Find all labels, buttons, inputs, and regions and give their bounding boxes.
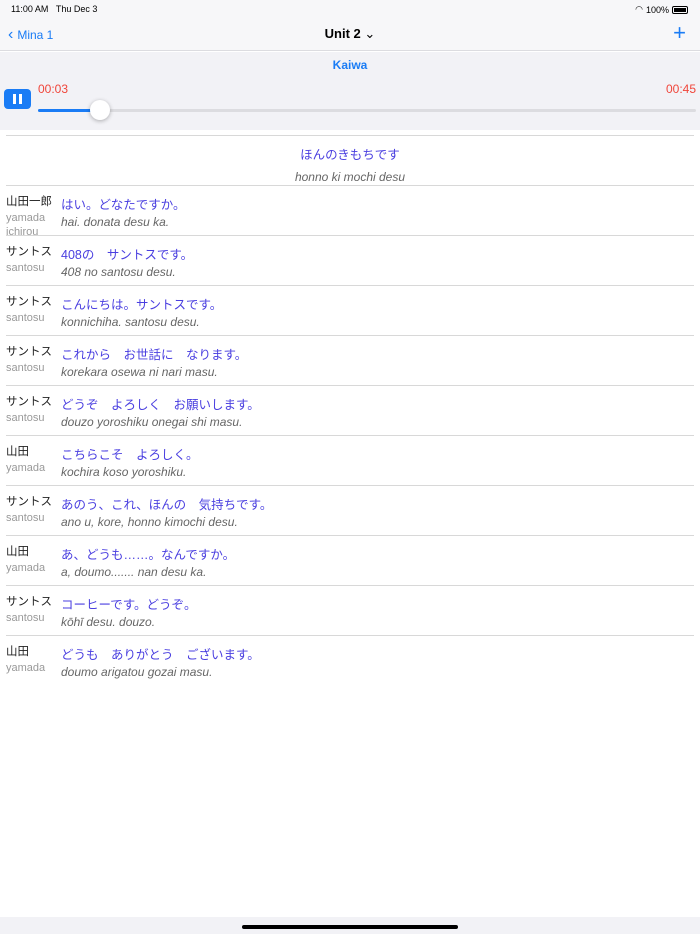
title-japanese: ほんのきもちです: [300, 148, 400, 162]
speaker: サントス santosu: [6, 243, 58, 275]
line-romaji: doumo arigatou gozai masu.: [61, 665, 213, 679]
speaker-romaji: santosu: [6, 362, 45, 374]
line-japanese: あ、どうも……。なんですか。: [61, 548, 236, 562]
dialogue-title: ほんのきもちです honno ki mochi desu: [6, 136, 694, 186]
line-japanese: こんにちは。サントスです。: [61, 298, 223, 312]
speaker-romaji: yamada: [6, 662, 46, 674]
dialogue-row[interactable]: サントス santosu どうぞ よろしく お願いします。 douzo yoros…: [6, 386, 694, 436]
dialogue-row[interactable]: サントス santosu 408の サントスです。 408 no santosu …: [6, 236, 694, 286]
speaker-name: サントス: [6, 396, 52, 408]
pause-icon: [13, 94, 16, 104]
dialogue-list: ほんのきもちです honno ki mochi desu 山田一郎 yamada …: [6, 135, 694, 686]
dialogue-row[interactable]: 山田 yamada どうも ありがとう ございます。 doumo arigatou…: [6, 636, 694, 686]
speaker: 山田 yamada: [6, 443, 58, 475]
speaker-romaji: yamada ichirou: [6, 212, 46, 238]
battery-percent: 100%: [645, 4, 669, 15]
line-romaji: a, doumo....... nan desu ka.: [61, 565, 207, 579]
line-japanese: 408の サントスです。: [61, 248, 194, 262]
speaker: 山田 yamada: [6, 543, 58, 575]
speaker: 山田一郎 yamada ichirou: [6, 193, 58, 239]
section-title: Kaiwa: [332, 58, 368, 72]
status-bar: 11:00 AM Thu Dec 3 ◠ 100%: [0, 0, 700, 18]
line-romaji: konnichiha. santosu desu.: [61, 315, 200, 329]
dialogue-row[interactable]: サントス santosu コーヒーです。どうぞ。 kōhī desu. douzo…: [6, 586, 694, 636]
speaker: サントス santosu: [6, 293, 58, 325]
line-japanese: こちらこそ よろしく。: [61, 448, 199, 462]
chevron-down-icon: ⌄: [364, 26, 376, 41]
line-romaji: korekara osewa ni nari masu.: [61, 365, 218, 379]
line-japanese: あのう、これ、ほんの 気持ちです。: [61, 498, 273, 512]
page-title: Unit 2: [324, 26, 361, 41]
speaker-name: サントス: [6, 296, 52, 308]
line-japanese: はい。どなたですか。: [61, 198, 186, 212]
line-romaji: douzo yoroshiku onegai shi masu.: [61, 415, 243, 429]
speaker-name: サントス: [6, 596, 52, 608]
speaker: サントス santosu: [6, 593, 58, 625]
speaker-romaji: santosu: [6, 612, 45, 624]
unit-title-dropdown[interactable]: Unit 2 ⌄: [0, 26, 700, 42]
speaker: 山田 yamada: [6, 643, 58, 675]
dialogue-row[interactable]: 山田 yamada あ、どうも……。なんですか。 a, doumo....... …: [6, 536, 694, 586]
speaker: サントス santosu: [6, 493, 58, 525]
speaker-name: 山田一郎: [6, 196, 52, 208]
pause-button[interactable]: [4, 89, 31, 109]
speaker-name: 山田: [6, 546, 29, 558]
speaker: サントス santosu: [6, 343, 58, 375]
wifi-icon: ◠: [635, 4, 643, 14]
navigation-bar: ‹ Mina 1 Unit 2 ⌄ +: [0, 18, 700, 51]
dialogue-row[interactable]: 山田一郎 yamada ichirou はい。どなたですか。 hai. donat…: [6, 186, 694, 239]
dialogue-row[interactable]: 山田 yamada こちらこそ よろしく。 kochira koso yorosh…: [6, 436, 694, 486]
current-time: 00:03: [38, 82, 69, 96]
speaker-romaji: santosu: [6, 262, 45, 274]
speaker-romaji: yamada: [6, 462, 46, 474]
line-romaji: ano u, kore, honno kimochi desu.: [61, 515, 238, 529]
title-romaji: honno ki mochi desu: [294, 170, 406, 184]
progress-slider[interactable]: [38, 100, 696, 120]
date: Thu Dec 3: [55, 4, 98, 14]
line-japanese: これから お世話に なります。: [61, 348, 248, 362]
dialogue-row[interactable]: サントス santosu これから お世話に なります。 korekara ose…: [6, 336, 694, 386]
line-romaji: kōhī desu. douzo.: [61, 615, 156, 629]
speaker-romaji: santosu: [6, 312, 45, 324]
line-japanese: コーヒーです。どうぞ。: [61, 598, 197, 612]
audio-player: Kaiwa 00:03 00:45: [0, 52, 700, 130]
total-time: 00:45: [665, 82, 696, 96]
speaker-name: サントス: [6, 246, 52, 258]
home-indicator: [0, 917, 700, 934]
slider-thumb[interactable]: [89, 100, 110, 120]
speaker: サントス santosu: [6, 393, 58, 425]
speaker-name: サントス: [6, 346, 52, 358]
speaker-romaji: santosu: [6, 412, 45, 424]
speaker-romaji: santosu: [6, 512, 45, 524]
battery-icon: [672, 5, 688, 14]
add-button[interactable]: +: [673, 20, 686, 46]
dialogue-row[interactable]: サントス santosu こんにちは。サントスです。 konnichiha. sa…: [6, 286, 694, 336]
speaker-name: サントス: [6, 496, 52, 508]
dialogue-row[interactable]: サントス santosu あのう、これ、ほんの 気持ちです。 ano u, kor…: [6, 486, 694, 536]
line-romaji: kochira koso yoroshiku.: [61, 465, 187, 479]
time: 11:00 AM: [11, 4, 49, 14]
status-time: 11:00 AM Thu Dec 3: [11, 4, 97, 14]
line-romaji: 408 no santosu desu.: [61, 265, 176, 279]
speaker-romaji: yamada: [6, 562, 46, 574]
line-romaji: hai. donata desu ka.: [61, 215, 170, 229]
speaker-name: 山田: [6, 646, 29, 658]
line-japanese: どうぞ よろしく お願いします。: [61, 398, 260, 412]
speaker-name: 山田: [6, 446, 29, 458]
line-japanese: どうも ありがとう ございます。: [61, 648, 260, 662]
